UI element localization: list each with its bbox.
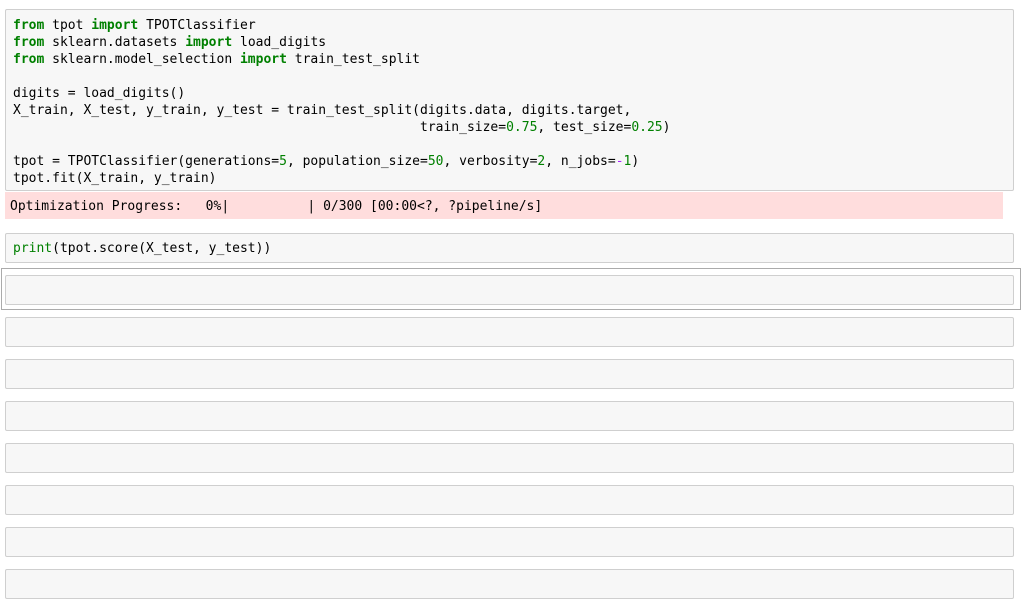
empty-code-cell[interactable] [5,527,1014,557]
kw-token: from [13,18,44,33]
code-cell-2[interactable]: print(tpot.score(X_test, y_test)) [5,233,1014,263]
code-line: X_train, X_test, y_train, y_test = train… [13,103,631,118]
code-line: train_size=0.75, test_size=0.25) [13,120,670,135]
code-line: print(tpot.score(X_test, y_test)) [13,241,271,256]
code-token: tpot.fit(X_train, y_train) [13,171,217,186]
empty-code-cell-selected[interactable] [5,275,1014,305]
empty-code-cell[interactable] [5,317,1014,347]
code-token: , population_size= [287,154,428,169]
empty-code-cell[interactable] [5,569,1014,599]
code-token: train_test_split [287,52,420,67]
code-token: tpot = TPOTClassifier(generations= [13,154,279,169]
code-token: , test_size= [537,120,631,135]
kw-token: import [185,35,232,50]
code-token: TPOTClassifier [138,18,255,33]
empty-code-cell[interactable] [5,359,1014,389]
code-token: train_size= [13,120,506,135]
empty-code-cell[interactable] [5,443,1014,473]
code-line: from sklearn.model_selection import trai… [13,52,420,67]
num-token: 0.25 [631,120,662,135]
code-token: load_digits [232,35,326,50]
code-line: tpot = TPOTClassifier(generations=5, pop… [13,154,639,169]
empty-code-cell[interactable] [5,485,1014,515]
num-token: 0.75 [506,120,537,135]
code-token: digits = load_digits() [13,86,185,101]
num-token: 5 [279,154,287,169]
code-line: tpot.fit(X_train, y_train) [13,171,217,186]
code-line: digits = load_digits() [13,86,185,101]
kw-token: import [240,52,287,67]
kw-token: import [91,18,138,33]
code-editor-1[interactable]: from tpot import TPOTClassifier from skl… [13,17,1013,187]
code-token: X_train, X_test, y_train, y_test = train… [13,103,631,118]
code-token: ) [631,154,639,169]
code-line: from tpot import TPOTClassifier [13,18,256,33]
kw-token: from [13,52,44,67]
code-editor-2[interactable]: print(tpot.score(X_test, y_test)) [13,240,1013,257]
kw-token: from [13,35,44,50]
code-cell-1[interactable]: from tpot import TPOTClassifier from skl… [5,9,1014,191]
op-token: - [616,154,624,169]
code-line: from sklearn.datasets import load_digits [13,35,326,50]
builtin-token: print [13,241,52,256]
code-token: , n_jobs= [545,154,615,169]
code-token: sklearn.datasets [44,35,185,50]
progress-output: Optimization Progress: 0%| | 0/300 [00:0… [5,192,1003,219]
code-token: , verbosity= [443,154,537,169]
code-token: (tpot.score(X_test, y_test)) [52,241,271,256]
empty-code-cell[interactable] [5,401,1014,431]
num-token: 50 [428,154,444,169]
code-token: ) [663,120,671,135]
code-token: tpot [44,18,91,33]
code-token: sklearn.model_selection [44,52,240,67]
